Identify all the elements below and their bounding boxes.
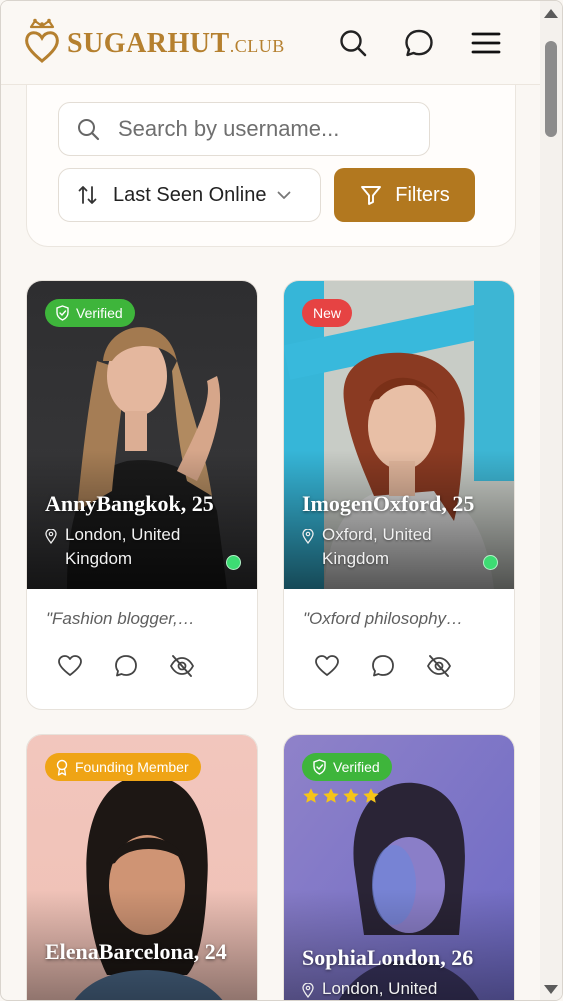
profile-location: London, United: [302, 977, 482, 1000]
sort-selected-label: Last Seen Online: [113, 183, 267, 206]
logo-name: SUGARHUT: [67, 28, 230, 59]
profile-photo[interactable]: Verified AnnyBangkok, 25 London, United …: [27, 281, 257, 589]
filters-label: Filters: [395, 183, 450, 206]
logo-suffix: .CLUB: [229, 36, 285, 56]
profile-name: AnnyBangkok, 25: [45, 491, 214, 516]
star-icon: [303, 788, 319, 803]
message-icon[interactable]: [370, 653, 396, 679]
location-text: London, United: [322, 979, 438, 998]
location-pin-icon: [45, 529, 57, 544]
sort-select[interactable]: Last Seen Online: [58, 168, 321, 222]
crown-heart-logo-icon: [25, 18, 59, 63]
search-panel: Last Seen Online Filters: [26, 85, 516, 247]
founding-member-badge: Founding Member: [45, 753, 201, 781]
badge-label: Verified: [76, 305, 123, 321]
like-heart-icon[interactable]: [57, 653, 83, 679]
profile-location: Oxford, United Kingdom: [302, 523, 482, 571]
profile-card[interactable]: New ImogenOxford, 25 Oxford, United King…: [283, 280, 515, 710]
card-actions: [314, 653, 452, 679]
hide-eye-off-icon[interactable]: [169, 653, 195, 679]
location-text: Oxford, United Kingdom: [322, 525, 432, 568]
search-icon[interactable]: [337, 27, 369, 59]
badge-label: New: [313, 305, 342, 321]
shield-check-icon: [313, 759, 326, 775]
logo-text: SUGARHUT.CLUB: [67, 27, 285, 63]
star-icon: [343, 788, 359, 803]
search-field-icon: [78, 119, 100, 141]
scroll-down-arrow-icon[interactable]: [544, 985, 558, 994]
location-pin-icon: [302, 983, 314, 998]
profile-photo[interactable]: Verified SophiaLondon, 26 London, United: [284, 735, 514, 1000]
profile-name: SophiaLondon, 26: [302, 945, 474, 970]
shield-check-icon: [56, 305, 69, 321]
online-indicator: [483, 555, 498, 570]
new-badge: New: [302, 299, 353, 327]
star-icon: [323, 788, 339, 803]
rating-stars: [302, 787, 380, 805]
scrollbar-thumb[interactable]: [545, 41, 557, 137]
location-text: London, United Kingdom: [65, 525, 181, 568]
site-logo[interactable]: SUGARHUT.CLUB: [23, 17, 285, 67]
filter-icon: [361, 186, 382, 205]
top-header: SUGARHUT.CLUB: [1, 1, 542, 85]
like-heart-icon[interactable]: [314, 653, 340, 679]
verified-badge: Verified: [45, 299, 135, 327]
message-icon[interactable]: [113, 653, 139, 679]
profile-card[interactable]: Founding Member ElenaBarcelona, 24: [26, 734, 258, 1000]
profile-bio: "Fashion blogger,…: [46, 609, 195, 628]
vertical-scrollbar[interactable]: [540, 1, 562, 1000]
award-ribbon-icon: [56, 759, 68, 776]
profile-card[interactable]: Verified SophiaLondon, 26 London, United: [283, 734, 515, 1000]
menu-icon[interactable]: [470, 27, 502, 59]
profile-name: ImogenOxford, 25: [302, 491, 475, 516]
chat-icon[interactable]: [403, 27, 435, 59]
search-box[interactable]: [58, 102, 430, 156]
hide-eye-off-icon[interactable]: [426, 653, 452, 679]
card-actions: [57, 653, 195, 679]
verified-badge: Verified: [302, 753, 392, 781]
chevron-down-icon: [278, 191, 291, 199]
profile-photo[interactable]: New ImogenOxford, 25 Oxford, United King…: [284, 281, 514, 589]
online-indicator: [226, 555, 241, 570]
filters-button[interactable]: Filters: [334, 168, 475, 222]
profile-location: London, United Kingdom: [45, 523, 225, 571]
star-icon: [363, 788, 379, 803]
profile-name: ElenaBarcelona, 24: [45, 939, 227, 964]
search-input[interactable]: [118, 116, 408, 142]
badge-label: Verified: [333, 759, 380, 775]
location-pin-icon: [302, 529, 314, 544]
profile-card[interactable]: Verified AnnyBangkok, 25 London, United …: [26, 280, 258, 710]
profile-bio: "Oxford philosophy…: [303, 609, 464, 628]
app-frame: SUGARHUT.CLUB Last Se: [0, 0, 563, 1001]
profile-photo[interactable]: Founding Member ElenaBarcelona, 24: [27, 735, 257, 1000]
sort-arrows-icon: [78, 186, 97, 204]
badge-label: Founding Member: [75, 759, 189, 775]
scroll-up-arrow-icon[interactable]: [544, 9, 558, 18]
